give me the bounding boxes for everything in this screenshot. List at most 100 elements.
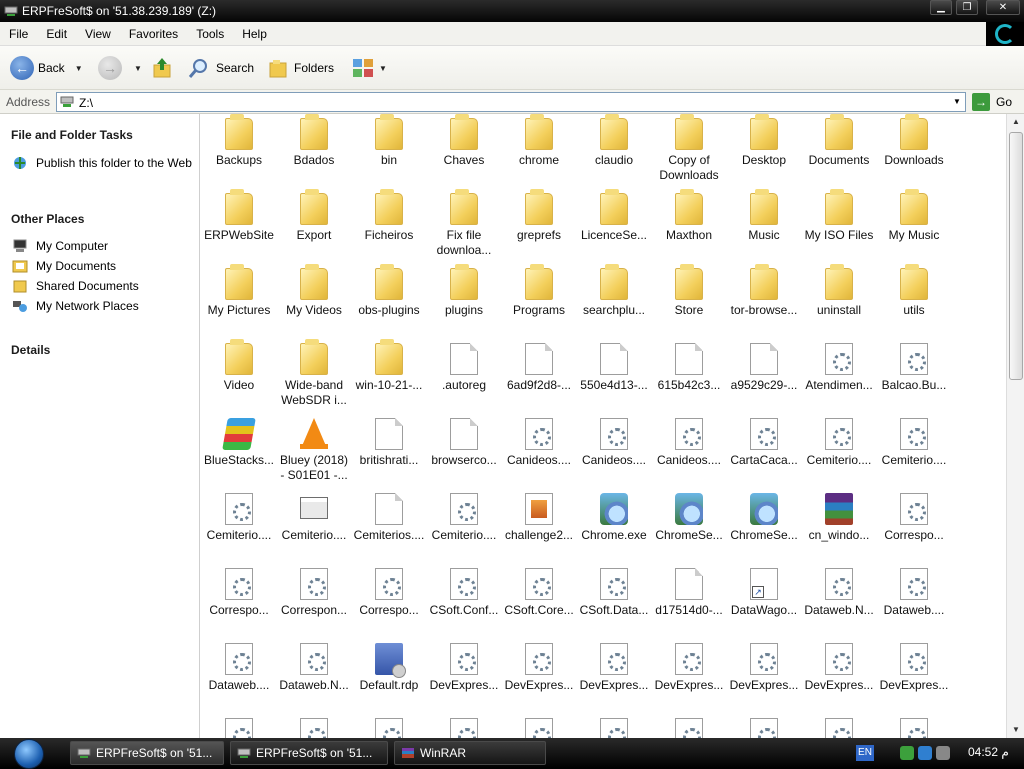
file-item[interactable]: CSoft.Data...: [576, 564, 652, 634]
file-item[interactable]: [351, 714, 427, 738]
folder-item[interactable]: Ficheiros: [351, 189, 427, 259]
file-item[interactable]: Bluey (2018) - S01E01 -...: [276, 414, 352, 484]
file-item[interactable]: [201, 714, 277, 738]
volume-tray-icon[interactable]: [936, 746, 950, 760]
file-item[interactable]: .autoreg: [426, 339, 502, 409]
folder-item[interactable]: Programs: [501, 264, 577, 334]
folder-item[interactable]: Downloads: [876, 114, 952, 184]
file-item[interactable]: Cemiterios....: [351, 489, 427, 559]
place-shared-documents[interactable]: Shared Documents: [12, 279, 139, 294]
file-item[interactable]: Canideos....: [651, 414, 727, 484]
file-item[interactable]: 6ad9f2d8-...: [501, 339, 577, 409]
folder-item[interactable]: Backups: [201, 114, 277, 184]
forward-dropdown-icon[interactable]: ▼: [134, 64, 142, 73]
file-item[interactable]: 615b42c3...: [651, 339, 727, 409]
folder-item[interactable]: Music: [726, 189, 802, 259]
folder-item[interactable]: My Music: [876, 189, 952, 259]
file-item[interactable]: CSoft.Core...: [501, 564, 577, 634]
file-item[interactable]: Correspo...: [351, 564, 427, 634]
menu-favorites[interactable]: Favorites: [120, 27, 187, 41]
close-button[interactable]: ✕: [986, 0, 1020, 15]
folder-item[interactable]: Documents: [801, 114, 877, 184]
file-item[interactable]: DevExpres...: [576, 639, 652, 709]
folder-item[interactable]: My Videos: [276, 264, 352, 334]
file-item[interactable]: DataWago...: [726, 564, 802, 634]
menu-edit[interactable]: Edit: [37, 27, 76, 41]
folders-button[interactable]: Folders: [268, 55, 334, 81]
folder-item[interactable]: bin: [351, 114, 427, 184]
place-my-computer[interactable]: My Computer: [12, 239, 108, 254]
scroll-down-icon[interactable]: ▼: [1008, 722, 1024, 738]
scroll-up-icon[interactable]: ▲: [1008, 114, 1024, 130]
file-item[interactable]: d17514d0-...: [651, 564, 727, 634]
folder-item[interactable]: plugins: [426, 264, 502, 334]
folder-item[interactable]: tor-browse...: [726, 264, 802, 334]
place-my-documents[interactable]: My Documents: [12, 259, 116, 274]
folder-item[interactable]: Desktop: [726, 114, 802, 184]
file-item[interactable]: Correspo...: [876, 489, 952, 559]
file-item[interactable]: [876, 714, 952, 738]
file-item[interactable]: CartaCaca...: [726, 414, 802, 484]
folder-item[interactable]: Copy of Downloads: [651, 114, 727, 184]
scroll-thumb[interactable]: [1009, 132, 1023, 380]
file-item[interactable]: Default.rdp: [351, 639, 427, 709]
file-item[interactable]: Cemiterio....: [276, 489, 352, 559]
file-item[interactable]: Dataweb....: [201, 639, 277, 709]
file-item[interactable]: browserco...: [426, 414, 502, 484]
file-item[interactable]: Correspon...: [276, 564, 352, 634]
folder-item[interactable]: My Pictures: [201, 264, 277, 334]
file-item[interactable]: Chrome.exe: [576, 489, 652, 559]
folder-item[interactable]: win-10-21-...: [351, 339, 427, 409]
publish-web-link[interactable]: Publish this folder to the Web: [12, 156, 192, 171]
start-button[interactable]: [14, 739, 44, 769]
file-item[interactable]: Cemiterio....: [876, 414, 952, 484]
file-item[interactable]: Cemiterio....: [201, 489, 277, 559]
details-title[interactable]: Details: [11, 343, 50, 357]
back-button[interactable]: ← Back ▼: [10, 55, 83, 81]
file-item[interactable]: [426, 714, 502, 738]
file-item[interactable]: ChromeSe...: [726, 489, 802, 559]
folder-item[interactable]: claudio: [576, 114, 652, 184]
minimize-button[interactable]: ▁: [930, 0, 952, 15]
file-item[interactable]: [501, 714, 577, 738]
file-item[interactable]: britishrati...: [351, 414, 427, 484]
folder-item[interactable]: Maxthon: [651, 189, 727, 259]
menu-help[interactable]: Help: [233, 27, 276, 41]
folder-item[interactable]: obs-plugins: [351, 264, 427, 334]
network-tray-icon[interactable]: [900, 746, 914, 760]
folder-item[interactable]: chrome: [501, 114, 577, 184]
file-item[interactable]: Atendimen...: [801, 339, 877, 409]
other-places-title[interactable]: Other Places: [11, 212, 84, 226]
maximize-button[interactable]: ❐: [956, 0, 978, 15]
vertical-scrollbar[interactable]: ▲ ▼: [1006, 114, 1024, 738]
folder-item[interactable]: Wide-band WebSDR i...: [276, 339, 352, 409]
file-item[interactable]: Dataweb.N...: [801, 564, 877, 634]
file-item[interactable]: Canideos....: [501, 414, 577, 484]
file-item[interactable]: BlueStacks...: [201, 414, 277, 484]
file-item[interactable]: challenge2...: [501, 489, 577, 559]
folder-item[interactable]: utils: [876, 264, 952, 334]
taskbar-button-winrar[interactable]: WinRAR: [394, 741, 546, 765]
folder-item[interactable]: Video: [201, 339, 277, 409]
file-item[interactable]: DevExpres...: [801, 639, 877, 709]
taskbar-button-explorer-1[interactable]: ERPFreSoft$ on '51...: [70, 741, 224, 765]
folder-item[interactable]: uninstall: [801, 264, 877, 334]
file-item[interactable]: Canideos....: [576, 414, 652, 484]
file-item[interactable]: [801, 714, 877, 738]
file-item[interactable]: [276, 714, 352, 738]
folder-item[interactable]: My ISO Files: [801, 189, 877, 259]
folder-item[interactable]: Export: [276, 189, 352, 259]
place-network-places[interactable]: My Network Places: [12, 299, 139, 314]
menu-view[interactable]: View: [76, 27, 120, 41]
up-folder-button[interactable]: [150, 55, 174, 81]
file-item[interactable]: [726, 714, 802, 738]
folder-item[interactable]: Bdados: [276, 114, 352, 184]
folder-item[interactable]: greprefs: [501, 189, 577, 259]
folder-item[interactable]: Fix file downloa...: [426, 189, 502, 259]
folder-item[interactable]: LicenceSe...: [576, 189, 652, 259]
file-item[interactable]: DevExpres...: [726, 639, 802, 709]
taskbar-button-explorer-2[interactable]: ERPFreSoft$ on '51...: [230, 741, 388, 765]
file-item[interactable]: Correspo...: [201, 564, 277, 634]
menu-file[interactable]: File: [0, 27, 37, 41]
file-item[interactable]: Cemiterio....: [801, 414, 877, 484]
